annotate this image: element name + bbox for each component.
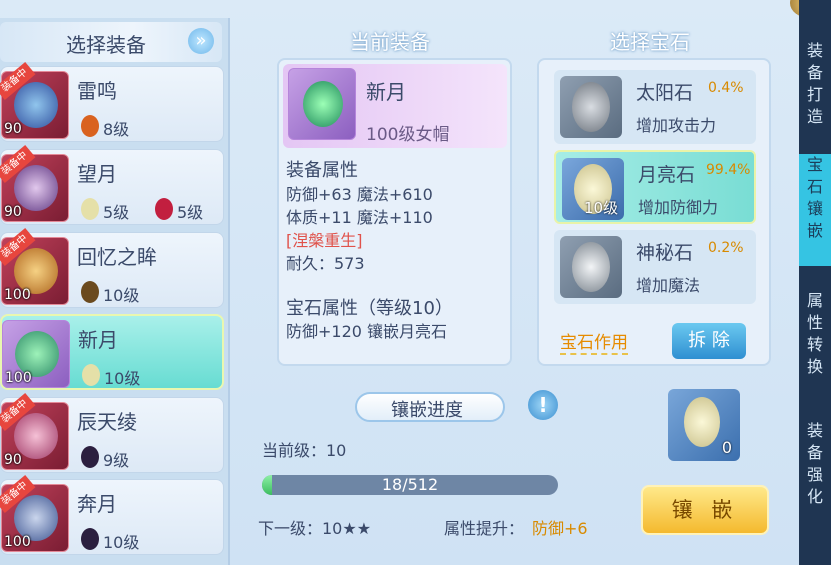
gem-desc: 增加魔法 [636,276,701,295]
inlay-progress-text: 18/512 [381,475,439,494]
attr-up-label: 属性提升： [444,519,525,538]
gem-name: 神秘石 [636,242,694,264]
durability: 耐久：573 [286,254,365,273]
gem-icon [155,198,173,220]
special-attr: [涅槃重生] [286,231,363,250]
gem-name: 太阳石 [636,82,694,104]
inlay-progress-title: 镶嵌进度 [391,400,463,421]
inlay-button[interactable]: 镶 嵌 [641,485,769,535]
gem-percent: 0.2% [708,240,744,256]
equipment-attr-title: 装备属性 [286,160,358,181]
equipment-item[interactable]: 100 装备中 回忆之眸 10级 [0,228,224,308]
gem-effect-link[interactable]: 宝石作用 [560,328,628,355]
equipment-item-selected[interactable]: 100 新月 10级 [0,314,224,390]
gem-level: 9级 [103,451,130,470]
collapse-arrow-icon[interactable]: » [188,28,214,54]
gem-slot-count: 0 [721,438,732,457]
equipment-name: 奔月 [77,492,117,516]
gem-icon [81,198,99,220]
gem-level: 10级 [103,533,140,552]
attr-up-value: 防御+6 [532,519,588,538]
tab-equipment-craft[interactable]: 装备打造 [799,40,831,128]
gem-level: 8级 [103,120,130,139]
gem-row-sun-stone[interactable]: 太阳石 0.4% 增加攻击力 [554,70,756,144]
equipment-item[interactable]: 90 装备中 雷鸣 8级 [0,62,224,142]
gem-desc: 增加防御力 [638,198,719,217]
sun-stone-icon [560,76,622,138]
equipment-name: 新月 [78,328,118,352]
gem-percent: 99.4% [706,162,751,178]
select-equipment-header: 选择装备 » [0,22,222,62]
equipment-attr-line: 防御+63 魔法+610 [286,185,433,204]
equipment-item[interactable]: 90 装备中 辰天绫 9级 [0,393,224,473]
equipment-name: 新月 [366,80,406,104]
tab-equipment-enhance[interactable]: 装备强化 [799,420,831,508]
gem-desc: 增加攻击力 [636,116,717,135]
gem-row-moon-stone[interactable]: 10级 月亮石 99.4% 增加防御力 [554,150,756,224]
gem-level: 10级 [103,286,140,305]
gem-level: 10级 [584,199,619,217]
tab-attribute-convert[interactable]: 属性转换 [799,290,831,378]
mystery-stone-icon [560,236,622,298]
select-equipment-title: 选择装备 [66,33,146,57]
gem-level: 5级 [103,203,130,222]
equipment-item[interactable]: 100 装备中 奔月 10级 [0,475,224,555]
current-equipment-title: 当前装备 [350,30,430,54]
side-tab-bar: 装备打造 宝石镶嵌 属性转换 装备强化 [799,0,831,565]
equipment-type: 100级女帽 [366,125,450,145]
equipment-name: 回忆之眸 [77,245,157,269]
equipment-level: 90 [4,452,22,468]
equipment-attr-line: 体质+11 魔法+110 [286,208,433,227]
gem-icon [82,364,100,386]
moon-stone-icon [684,397,720,447]
equipment-item[interactable]: 90 装备中 望月 5级 5级 [0,145,224,225]
equipment-level: 100 [5,370,32,386]
help-icon[interactable]: ! [528,390,558,420]
inlay-progress-label: 镶嵌进度 [355,392,505,422]
gem-attr-title: 宝石属性（等级10） [286,298,453,319]
select-gem-title: 选择宝石 [610,30,690,54]
current-level: 当前级：10 [262,441,347,460]
gem-attr-line: 防御+120 镶嵌月亮石 [286,322,448,341]
inlay-progress-bar: 18/512 [262,475,558,495]
equipment-level: 90 [4,204,22,220]
equipment-name: 望月 [77,162,117,186]
equipment-thumbnail: 100 [2,320,70,388]
equipment-name: 辰天绫 [77,410,137,434]
new-moon-hat-icon [288,68,356,140]
tab-gem-inlay[interactable]: 宝石镶嵌 [799,154,831,266]
gem-level: 5级 [177,203,204,222]
gem-percent: 0.4% [708,80,744,96]
equipment-level: 100 [4,287,31,303]
gem-name: 月亮石 [638,164,696,186]
moon-stone-icon: 10级 [562,158,624,220]
equipment-name: 雷鸣 [77,79,117,103]
equipment-level: 90 [4,121,22,137]
equipment-level: 100 [4,534,31,550]
gem-icon [81,528,99,550]
next-level: 下一级：10★★ [258,519,372,538]
gem-row-mystery-stone[interactable]: 神秘石 0.2% 增加魔法 [554,230,756,304]
gem-slot[interactable]: 0 [668,389,740,461]
gem-icon [81,115,99,137]
gem-icon [81,446,99,468]
gem-icon [81,281,99,303]
remove-gem-button[interactable]: 拆 除 [672,323,746,359]
gem-level: 10级 [104,369,141,388]
